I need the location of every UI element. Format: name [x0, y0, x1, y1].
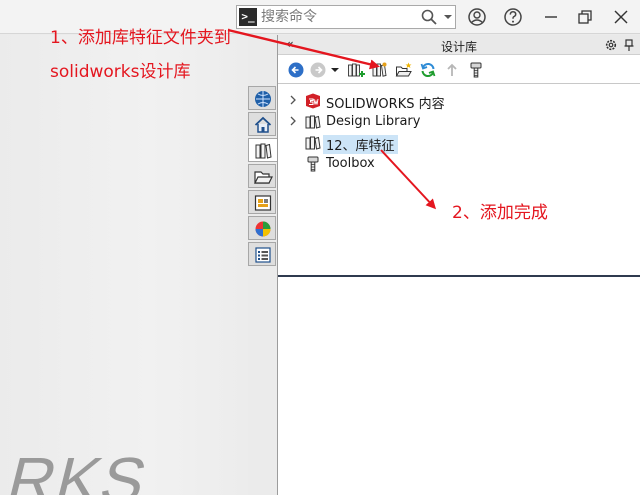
- custom-properties-icon: [255, 247, 271, 263]
- pane-title: 设计库: [440, 40, 477, 54]
- tab-view-palette[interactable]: [248, 190, 276, 214]
- tab-solidworks-resources[interactable]: [248, 86, 276, 110]
- tab-appearances[interactable]: [248, 216, 276, 240]
- tab-custom-properties[interactable]: [248, 242, 276, 266]
- pane-toolbar: [278, 56, 640, 84]
- back-arrow-icon[interactable]: [287, 61, 305, 79]
- toolbox-config-icon[interactable]: [467, 61, 485, 79]
- solidworks-content-icon: [306, 93, 320, 109]
- tab-home[interactable]: [248, 112, 276, 136]
- command-search-input[interactable]: [261, 8, 411, 26]
- resources-globe-icon: [255, 91, 271, 107]
- history-dropdown-icon[interactable]: [329, 61, 341, 79]
- chevron-right-icon[interactable]: [288, 115, 298, 127]
- command-search-box[interactable]: >_: [236, 5, 456, 29]
- toolbox-icon: [307, 156, 319, 172]
- up-one-level-icon[interactable]: [443, 61, 461, 79]
- library-folder-icon: [305, 136, 321, 150]
- annotation-step-2: 2、添加完成: [452, 203, 548, 223]
- design-library-pane: « 设计库 SOLIDWORKS 内容 Design Library 12、库特…: [278, 35, 640, 495]
- pin-icon[interactable]: [622, 38, 636, 52]
- graphics-area[interactable]: RKS: [0, 35, 248, 495]
- tab-file-explorer[interactable]: [248, 164, 276, 188]
- task-pane-tab-strip: [248, 86, 278, 271]
- design-library-icon: [255, 143, 272, 159]
- view-palette-icon: [254, 195, 272, 211]
- chevron-down-icon[interactable]: [442, 8, 454, 26]
- tree-item-toolbox[interactable]: Toolbox: [278, 154, 640, 174]
- tree-item-solidworks-content[interactable]: SOLIDWORKS 内容: [278, 91, 640, 112]
- forward-arrow-icon[interactable]: [309, 61, 327, 79]
- user-account-icon[interactable]: [466, 6, 488, 28]
- annotation-step-1: 1、添加库特征文件夹到solidworks设计库: [50, 28, 231, 82]
- restore-window-icon[interactable]: [574, 6, 596, 28]
- add-to-library-icon[interactable]: [347, 61, 365, 79]
- brand-watermark: RKS: [0, 444, 156, 495]
- home-icon: [254, 116, 272, 133]
- appearances-icon: [255, 221, 271, 237]
- library-contents-area[interactable]: [278, 277, 640, 495]
- refresh-icon[interactable]: [419, 61, 437, 79]
- library-folder-icon: [305, 115, 321, 129]
- pane-header: « 设计库: [278, 35, 640, 55]
- search-icon[interactable]: [420, 8, 438, 26]
- minimize-icon[interactable]: [540, 6, 562, 28]
- add-file-location-icon[interactable]: [371, 61, 389, 79]
- command-prompt-icon: >_: [239, 8, 257, 26]
- tab-design-library[interactable]: [248, 138, 278, 162]
- tree-item-label: 12、库特征: [323, 135, 398, 154]
- folder-open-icon: [254, 171, 273, 184]
- chevron-right-icon[interactable]: [288, 94, 298, 106]
- close-icon[interactable]: [610, 6, 632, 28]
- gear-icon[interactable]: [604, 38, 618, 52]
- create-new-folder-icon[interactable]: [395, 61, 413, 79]
- help-icon[interactable]: [502, 6, 524, 28]
- tree-item-label: Design Library: [326, 114, 421, 129]
- tree-item-library-features[interactable]: 12、库特征: [278, 133, 640, 154]
- tree-item-label: SOLIDWORKS 内容: [326, 97, 445, 112]
- tree-item-label: Toolbox: [326, 156, 375, 171]
- tree-item-design-library[interactable]: Design Library: [278, 112, 640, 132]
